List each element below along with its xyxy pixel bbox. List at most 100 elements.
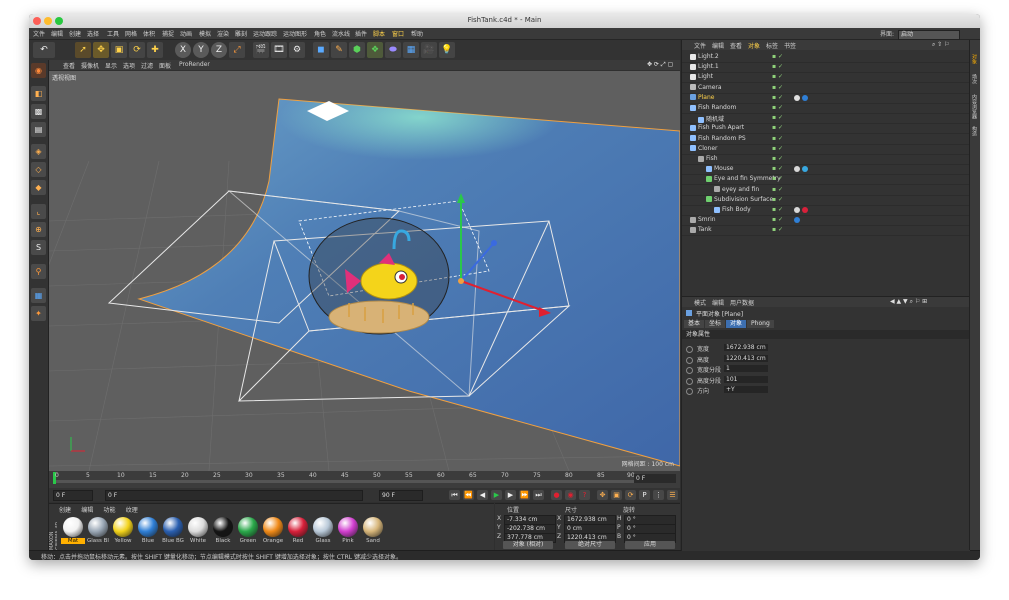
menu-tools[interactable]: 工具 (107, 29, 119, 38)
timeline-track[interactable] (53, 480, 638, 483)
visibility-check-icon[interactable]: ▪ ✓ (772, 114, 783, 121)
scale-icon[interactable]: ▣ (111, 42, 127, 58)
material-swatch[interactable]: White (186, 517, 210, 544)
menu-snap[interactable]: 捕捉 (162, 29, 174, 38)
viewport[interactable]: 透视视图 网格间距 : 100 cm (49, 71, 680, 471)
material-menu-edit[interactable]: 编辑 (81, 507, 93, 514)
menu-sculpt[interactable]: 雕刻 (235, 29, 247, 38)
menu-edit[interactable]: 编辑 (51, 29, 63, 38)
menu-simulate[interactable]: 模拟 (199, 29, 211, 38)
workplane-icon[interactable]: ▤ (31, 122, 46, 137)
prev-frame-icon[interactable]: ◀ (477, 490, 488, 500)
material-tag-icon[interactable] (794, 217, 800, 224)
menu-script[interactable]: 脚本 (373, 29, 385, 38)
menu-motion-tracking[interactable]: 运动跟踪 (253, 29, 277, 38)
visibility-check-icon[interactable]: ▪ ✓ (772, 206, 783, 213)
visibility-check-icon[interactable]: ▪ ✓ (772, 94, 783, 101)
axis-mode-icon[interactable]: ⌞ (31, 204, 46, 219)
object-row[interactable]: Tank ▪ ✓ (682, 225, 970, 237)
material-swatch[interactable]: Glass (311, 517, 335, 544)
start-frame-field[interactable]: 0 F (53, 490, 93, 501)
subdivision-icon[interactable]: ⬢ (349, 42, 365, 58)
visibility-check-icon[interactable]: ▪ ✓ (772, 73, 783, 80)
autokey-icon[interactable]: ◉ (565, 490, 576, 500)
material-tag-icon[interactable] (802, 207, 808, 213)
snap-icon[interactable]: S (31, 240, 46, 255)
apply-button[interactable]: 应用 (625, 541, 675, 549)
menu-animate[interactable]: 动画 (180, 29, 192, 38)
points-mode-icon[interactable]: ◈ (31, 144, 46, 159)
material-tag-icon[interactable] (794, 207, 800, 213)
render-view-icon[interactable]: 🎬 (253, 42, 269, 58)
menu-volume[interactable]: 体积 (143, 29, 155, 38)
material-swatch[interactable]: Blue (136, 517, 160, 544)
visibility-check-icon[interactable]: ▪ ✓ (772, 104, 783, 111)
undo-icon[interactable]: ↶ (33, 42, 55, 58)
edges-mode-icon[interactable]: ◇ (31, 162, 46, 177)
preview-range-start-field[interactable]: 0 F (105, 490, 363, 501)
visibility-check-icon[interactable]: ▪ ✓ (772, 186, 783, 193)
tab-object[interactable]: 对象 (726, 320, 747, 328)
model-mode-icon[interactable]: ◧ (31, 86, 46, 101)
material-tag-icon[interactable] (802, 166, 808, 173)
visibility-check-icon[interactable]: ▪ ✓ (772, 165, 783, 172)
visibility-check-icon[interactable]: ▪ ✓ (772, 145, 783, 152)
viewport-menu-prorender[interactable]: ProRender (179, 61, 210, 68)
menu-render[interactable]: 渲染 (217, 29, 229, 38)
material-menu-texture[interactable]: 纹理 (126, 507, 138, 514)
y-axis-lock-button[interactable]: Y (193, 42, 209, 58)
play-icon[interactable]: ▶ (491, 490, 502, 500)
layout-selector[interactable]: 界面: 启动 (880, 29, 960, 40)
viewport-menu-cameras[interactable]: 摄像机 (81, 61, 99, 70)
material-tag-icon[interactable] (794, 94, 800, 101)
viewport-menu-display[interactable]: 显示 (105, 61, 117, 70)
visibility-check-icon[interactable]: ▪ ✓ (772, 53, 783, 60)
material-swatch[interactable]: Mat (61, 517, 85, 544)
make-editable-icon[interactable]: ◉ (31, 63, 46, 78)
viewport-menu-view[interactable]: 查看 (63, 61, 75, 70)
end-frame-field[interactable]: 90 F (379, 490, 423, 501)
menu-select[interactable]: 选择 (87, 29, 99, 38)
z-axis-lock-button[interactable]: Z (211, 42, 227, 58)
pen-icon[interactable]: ✎ (331, 42, 347, 58)
timeline[interactable]: 0 5 10 15 20 25 30 35 40 45 50 55 60 65 … (49, 471, 680, 488)
timeline-window-icon[interactable]: ☰ (667, 490, 678, 500)
recent-tool-icon[interactable]: ✚ (147, 42, 163, 58)
material-tag-icon[interactable] (794, 166, 800, 173)
key-position-icon[interactable]: ✥ (597, 490, 608, 500)
viewport-menu-panel[interactable]: 面板 (159, 61, 171, 70)
side-tab-objects[interactable]: 对象 (971, 54, 978, 64)
key-scale-icon[interactable]: ▣ (611, 490, 622, 500)
tab-basic[interactable]: 基本 (684, 320, 705, 328)
deformer-icon[interactable]: ⬬ (385, 42, 401, 58)
x-axis-lock-button[interactable]: X (175, 42, 191, 58)
sculpt-icon[interactable]: ✦ (31, 306, 46, 321)
material-swatch[interactable]: Pink (336, 517, 360, 544)
material-swatch[interactable]: Blue BG (161, 517, 185, 544)
visibility-check-icon[interactable]: ▪ ✓ (772, 216, 783, 223)
animate-dot-icon[interactable] (686, 367, 693, 374)
animate-dot-icon[interactable] (686, 388, 693, 395)
menu-character[interactable]: 角色 (314, 29, 326, 38)
material-swatch[interactable]: Black (211, 517, 235, 544)
visibility-check-icon[interactable]: ▪ ✓ (772, 226, 783, 233)
live-select-icon[interactable]: ➚ (75, 42, 91, 58)
menu-mesh[interactable]: 网格 (125, 29, 137, 38)
material-swatch[interactable]: Sand (361, 517, 385, 544)
material-swatch[interactable]: Yellow (111, 517, 135, 544)
viewport-nav-icons[interactable]: ✥ ⟳ ⤢ ▢ (647, 61, 673, 69)
material-menu-create[interactable]: 创建 (59, 507, 71, 514)
menu-pipeline[interactable]: 流水线 (332, 29, 350, 38)
material-menu-function[interactable]: 功能 (104, 507, 116, 514)
animate-dot-icon[interactable] (686, 356, 693, 364)
sand-base[interactable] (328, 300, 430, 334)
material-swatch[interactable]: Red (286, 517, 310, 544)
cube-icon[interactable]: ◼ (313, 42, 329, 58)
am-menu-edit[interactable]: 编辑 (712, 298, 724, 307)
light-icon[interactable]: 💡 (439, 42, 455, 58)
om-menu-file[interactable]: 文件 (694, 41, 706, 50)
next-frame-icon[interactable]: ▶ (505, 490, 516, 500)
visibility-check-icon[interactable]: ▪ ✓ (772, 175, 783, 182)
texture-mode-icon[interactable]: ▩ (31, 104, 46, 119)
coordinate-system-icon[interactable]: ⤢ (229, 42, 245, 58)
